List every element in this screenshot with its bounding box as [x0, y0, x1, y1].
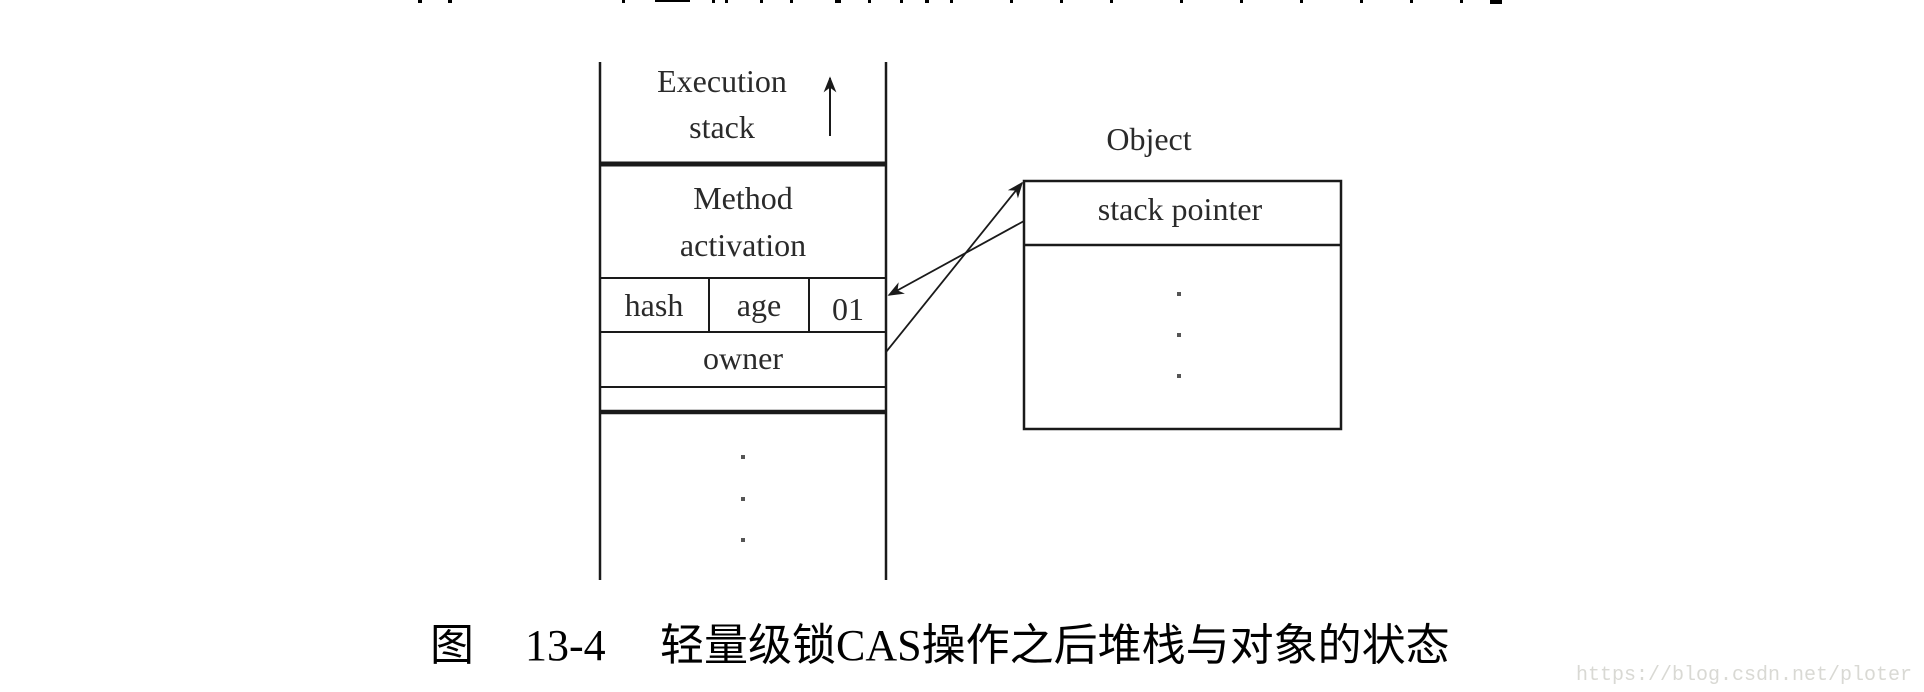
mark-word-hash: hash — [625, 287, 684, 323]
watermark: https://blog.csdn.net/ploter — [1576, 664, 1912, 687]
figure-caption-prefix: 图 — [430, 621, 474, 670]
clipped-caption-remnant — [418, 0, 1502, 4]
execution-stack-title-line1: Execution — [657, 63, 787, 99]
owner-to-object-arrow — [885, 181, 1024, 353]
object-stack-pointer: stack pointer — [1098, 191, 1263, 227]
method-activation-line2: activation — [680, 227, 806, 263]
execution-stack-title-line2: stack — [689, 109, 755, 145]
owner-field: owner — [703, 340, 783, 376]
stack-pointer-to-mark-word-arrow — [887, 220, 1025, 296]
lock-diagram: Execution stack Method activation hash a… — [418, 0, 1912, 687]
stack-continuation-dots — [741, 455, 745, 542]
method-activation-line1: Method — [693, 180, 793, 216]
object-continuation-dots — [1177, 292, 1181, 378]
figure-caption-number: 13-4 — [525, 621, 606, 670]
mark-word-lock-bits: 01 — [832, 291, 864, 327]
figure-caption-text: 轻量级锁CAS操作之后堆栈与对象的状态 — [660, 621, 1450, 670]
mark-word-age: age — [737, 287, 781, 323]
object-title: Object — [1106, 121, 1191, 157]
